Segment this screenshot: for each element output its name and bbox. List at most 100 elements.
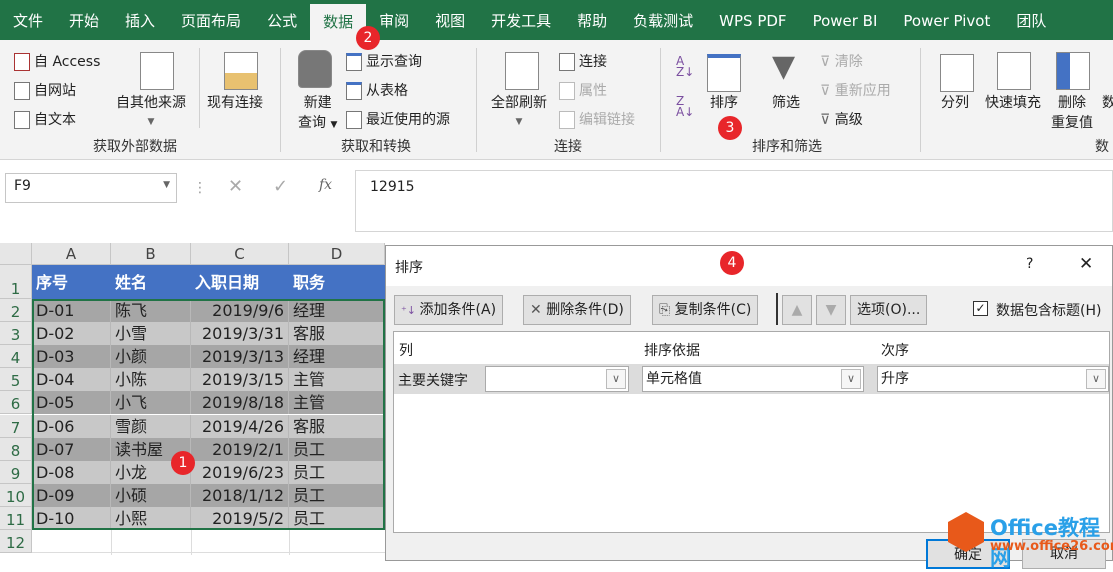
column-header: 列 <box>399 343 413 359</box>
tab-8[interactable]: 开发工具 <box>478 0 564 40</box>
from-table-button[interactable]: 从表格 <box>346 80 408 100</box>
column-header-A[interactable]: A <box>32 243 111 265</box>
column-header-B[interactable]: B <box>111 243 191 265</box>
tab-9[interactable]: 帮助 <box>564 0 620 40</box>
properties-button[interactable]: 属性 <box>559 80 607 100</box>
order-select[interactable]: 升序 ∨ <box>877 366 1109 392</box>
sort-az-button[interactable]: A Z↓ <box>676 55 694 78</box>
row-header-11[interactable]: 11 <box>0 506 32 530</box>
tab-10[interactable]: 负载测试 <box>620 0 706 40</box>
from-access-button[interactable]: 自 Access <box>14 51 100 71</box>
header-cell[interactable]: 姓名 <box>111 268 191 298</box>
sort-icon <box>707 54 741 92</box>
connections-button[interactable]: 连接 <box>559 51 607 71</box>
column-select[interactable]: ∨ <box>485 366 629 392</box>
order-header: 次序 <box>881 343 909 359</box>
flash-fill-button[interactable]: 快速填充 <box>985 92 1041 112</box>
column-header-C[interactable]: C <box>191 243 289 265</box>
tab-12[interactable]: Power BI <box>800 0 891 40</box>
copy-level-button[interactable]: ⎘ 复制条件(C) <box>652 295 759 325</box>
remove-duplicates-button[interactable]: 删除 重复值 <box>1051 92 1093 132</box>
other-sources-button[interactable]: 自其他来源 ▼ <box>116 92 186 128</box>
from-text-button[interactable]: 自文本 <box>14 109 76 129</box>
data-validation-button[interactable]: 数 <box>1102 92 1113 112</box>
step-badge-4: 4 <box>720 251 744 275</box>
options-button[interactable]: 选项(O)... <box>850 295 928 325</box>
tab-11[interactable]: WPS PDF <box>706 0 799 40</box>
close-button[interactable]: ✕ <box>1079 254 1093 274</box>
refresh-all-button[interactable]: 全部刷新 ▼ <box>491 92 547 128</box>
chevron-down-icon[interactable]: ∨ <box>606 369 626 389</box>
filter-icon: ▼ <box>772 49 796 84</box>
add-level-button[interactable]: ⁺↓ 添加条件(A) <box>394 295 504 325</box>
access-icon <box>14 53 30 71</box>
header-cell[interactable]: 序号 <box>32 268 111 298</box>
drag-handle-icon[interactable]: ⋮ <box>193 180 207 196</box>
row-header-6[interactable]: 6 <box>0 391 32 415</box>
sort-key-label: 主要关键字 <box>398 373 468 389</box>
header-cell[interactable]: 职务 <box>289 268 385 298</box>
sort-on-select[interactable]: 单元格值 ∨ <box>642 366 864 392</box>
text-to-columns-button[interactable]: 分列 <box>941 92 969 112</box>
chevron-down-icon[interactable]: ▼ <box>163 180 170 190</box>
tab-4[interactable]: 公式 <box>254 0 310 40</box>
row-header-2[interactable]: 2 <box>0 299 32 323</box>
row-header-10[interactable]: 10 <box>0 483 32 507</box>
delete-level-button[interactable]: ✕ 删除条件(D) <box>523 295 631 325</box>
tab-2[interactable]: 插入 <box>112 0 168 40</box>
move-down-button[interactable]: ▼ <box>816 295 846 325</box>
sort-button[interactable]: 排序 <box>710 92 738 112</box>
clear-filter-button[interactable]: ⊽ 清除 <box>820 51 863 71</box>
reapply-button[interactable]: ⊽ 重新应用 <box>820 80 891 100</box>
row-header-3[interactable]: 3 <box>0 322 32 346</box>
new-query-button[interactable]: 新建 查询 ▼ <box>298 92 337 132</box>
row-header-1[interactable]: 1 <box>0 265 32 299</box>
has-header-checkbox[interactable]: ✓ <box>973 301 988 316</box>
advanced-filter-button[interactable]: ⊽ 高级 <box>820 109 863 129</box>
tab-14[interactable]: 团队 <box>1003 0 1059 40</box>
tab-13[interactable]: Power Pivot <box>890 0 1003 40</box>
cancel-icon[interactable]: ✕ <box>228 176 243 197</box>
recent-sources-button[interactable]: 最近使用的源 <box>346 109 450 129</box>
insert-function-icon[interactable]: fx <box>319 177 332 193</box>
tab-0[interactable]: 文件 <box>0 0 56 40</box>
show-queries-button[interactable]: 显示查询 <box>346 51 422 71</box>
row-header-7[interactable]: 7 <box>0 414 32 438</box>
text-to-columns-icon <box>940 54 974 92</box>
row-header-8[interactable]: 8 <box>0 437 32 461</box>
row-header-5[interactable]: 5 <box>0 368 32 392</box>
tab-3[interactable]: 页面布局 <box>168 0 254 40</box>
move-up-button[interactable]: ▲ <box>782 295 812 325</box>
group-label-transform: 获取和转换 <box>341 139 411 155</box>
sort-za-button[interactable]: Z A↓ <box>676 95 694 118</box>
row-header-12[interactable]: 12 <box>0 530 32 554</box>
has-header-label: 数据包含标题(H) <box>996 303 1102 319</box>
enter-icon[interactable]: ✓ <box>273 176 288 197</box>
remove-duplicates-icon <box>1056 52 1090 90</box>
row-header-4[interactable]: 4 <box>0 345 32 369</box>
edit-links-button[interactable]: 编辑链接 <box>559 109 635 129</box>
formula-input[interactable]: 12915 <box>355 170 1113 232</box>
existing-connections-icon <box>224 52 258 90</box>
filter-button[interactable]: 筛选 <box>772 92 800 112</box>
existing-connections-button[interactable]: 现有连接 <box>207 92 263 112</box>
tab-7[interactable]: 视图 <box>422 0 478 40</box>
separator <box>776 293 778 325</box>
group-label-connections: 连接 <box>554 139 582 155</box>
column-header-D[interactable]: D <box>289 243 385 265</box>
header-cell[interactable]: 入职日期 <box>191 268 289 298</box>
sort-on-header: 排序依据 <box>644 343 700 359</box>
empty-row[interactable] <box>32 530 385 553</box>
refresh-all-icon <box>505 52 539 90</box>
row-header-9[interactable]: 9 <box>0 460 32 484</box>
chevron-down-icon[interactable]: ∨ <box>841 369 861 389</box>
help-button[interactable]: ? <box>1026 256 1033 272</box>
from-web-button[interactable]: 自网站 <box>14 80 76 100</box>
chevron-down-icon[interactable]: ∨ <box>1086 369 1106 389</box>
select-all-button[interactable] <box>0 243 32 265</box>
ribbon-tabs: 文件 开始 插入 页面布局 公式 数据 审阅 视图 开发工具 帮助 负载测试 WPS PDF Power… <box>0 0 1113 40</box>
name-box[interactable]: F9 ▼ <box>5 173 177 203</box>
tab-1[interactable]: 开始 <box>56 0 112 40</box>
clear-icon: ⊽ <box>820 54 835 70</box>
edit-links-icon <box>559 111 575 129</box>
